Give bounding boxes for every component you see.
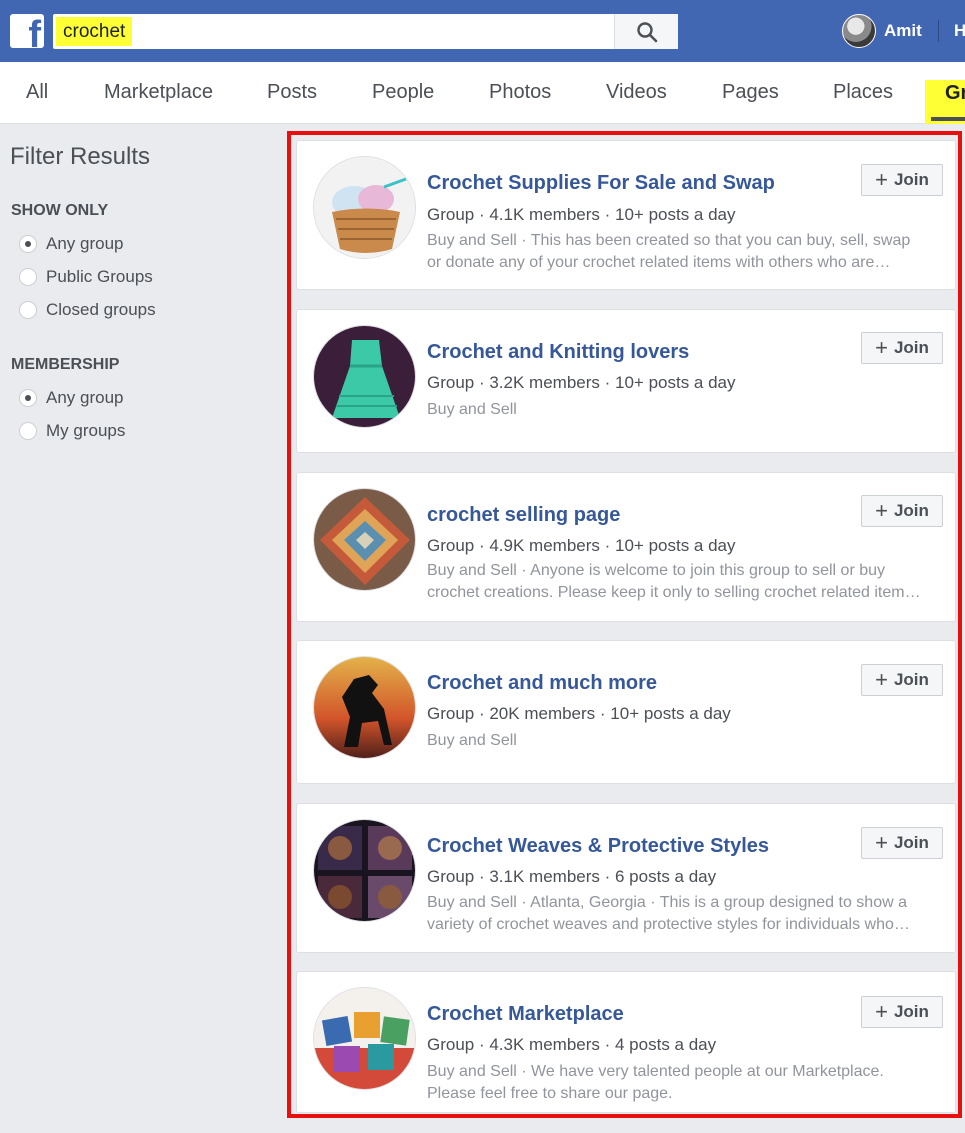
profile-name: Amit	[884, 21, 922, 40]
tab-posts[interactable]: Posts	[267, 81, 317, 104]
divider	[938, 20, 939, 42]
radio-label: Public Groups	[46, 267, 153, 286]
search-icon	[636, 21, 657, 42]
tab-groups-label: Gr	[945, 82, 965, 104]
tab-videos[interactable]: Videos	[606, 81, 667, 104]
filter-title: Filter Results	[10, 143, 151, 170]
filter-closed-groups[interactable]: Closed groups	[19, 300, 156, 320]
radio-label: Closed groups	[46, 300, 156, 319]
radio-label: My groups	[46, 421, 126, 440]
radio-checked[interactable]	[19, 389, 37, 407]
membership-any-group[interactable]: Any group	[19, 388, 124, 408]
membership-heading: MEMBERSHIP	[11, 356, 120, 373]
search-box: crochet	[53, 14, 678, 49]
active-tab-underline	[931, 117, 965, 121]
search-query-highlight: crochet	[56, 17, 133, 46]
radio[interactable]	[19, 301, 37, 319]
tab-places[interactable]: Places	[833, 81, 893, 104]
facebook-logo-icon[interactable]: f	[10, 14, 44, 48]
home-link[interactable]: H	[954, 21, 965, 41]
search-input[interactable]	[53, 14, 613, 49]
membership-my-groups[interactable]: My groups	[19, 421, 125, 441]
profile-link[interactable]: Amit	[842, 14, 922, 48]
radio-label: Any group	[46, 234, 124, 253]
radio-label: Any group	[46, 388, 124, 407]
radio[interactable]	[19, 422, 37, 440]
filter-public-groups[interactable]: Public Groups	[19, 267, 153, 287]
tab-pages[interactable]: Pages	[722, 81, 779, 104]
results-highlight-frame	[287, 131, 962, 1118]
avatar	[842, 14, 876, 48]
tab-marketplace[interactable]: Marketplace	[104, 81, 213, 104]
show-only-heading: SHOW ONLY	[11, 202, 109, 219]
radio[interactable]	[19, 268, 37, 286]
tab-people[interactable]: People	[372, 81, 434, 104]
tab-all[interactable]: All	[26, 81, 48, 104]
top-bar: f crochet Amit H	[0, 0, 965, 62]
search-button[interactable]	[614, 14, 678, 49]
tab-photos[interactable]: Photos	[489, 81, 551, 104]
filter-any-group[interactable]: Any group	[19, 234, 124, 254]
radio-checked[interactable]	[19, 235, 37, 253]
search-tabs: All Marketplace Posts People Photos Vide…	[0, 62, 965, 124]
